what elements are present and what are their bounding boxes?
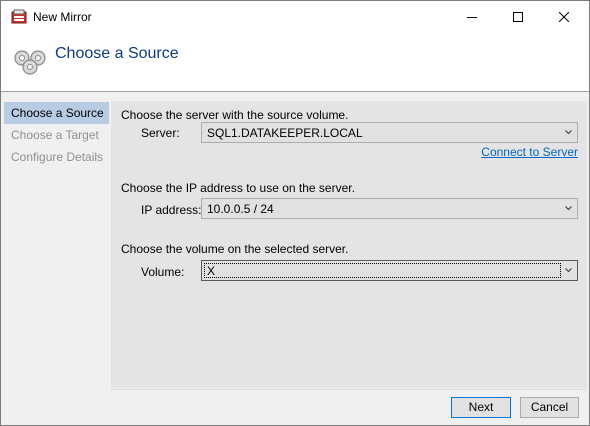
new-mirror-window: New Mirror Choose a Source Choose a Sour… (0, 0, 590, 426)
chevron-down-icon (565, 268, 572, 273)
server-select[interactable]: SQL1.DATAKEEPER.LOCAL (201, 122, 578, 143)
volume-section-label: Choose the volume on the selected server… (121, 242, 349, 256)
wizard-steps-nav: Choose a Source Choose a Target Configur… (4, 101, 109, 422)
page-title: Choose a Source (55, 45, 179, 62)
wizard-footer: Next Cancel (111, 389, 587, 422)
title-bar: New Mirror (1, 1, 589, 32)
nav-item-choose-target[interactable]: Choose a Target (4, 124, 109, 146)
chevron-down-icon (565, 130, 572, 135)
maximize-icon (513, 11, 523, 22)
close-icon (559, 11, 569, 22)
chevron-down-icon (565, 206, 572, 211)
volume-value: X (207, 264, 216, 278)
app-icon (11, 9, 27, 24)
mirror-icon (13, 46, 47, 76)
nav-item-choose-source[interactable]: Choose a Source (4, 102, 109, 124)
ip-address-value: 10.0.0.5 / 24 (207, 202, 274, 216)
wizard-header: Choose a Source (1, 32, 589, 92)
server-value: SQL1.DATAKEEPER.LOCAL (207, 126, 363, 140)
nav-item-configure-details[interactable]: Configure Details (4, 146, 109, 168)
ip-section-label: Choose the IP address to use on the serv… (121, 181, 355, 195)
cancel-button[interactable]: Cancel (520, 397, 579, 418)
window-title: New Mirror (33, 10, 92, 24)
focus-outline (204, 263, 561, 278)
ip-address-label: IP address: (141, 203, 202, 217)
next-button[interactable]: Next (451, 397, 511, 418)
source-form: Choose the server with the source volume… (111, 101, 587, 388)
connect-to-server-link[interactable]: Connect to Server (481, 145, 578, 159)
volume-select[interactable]: X (201, 260, 578, 281)
minimize-icon (467, 16, 477, 18)
close-button[interactable] (541, 1, 587, 32)
ip-address-select[interactable]: 10.0.0.5 / 24 (201, 198, 578, 219)
volume-label: Volume: (141, 265, 185, 279)
minimize-button[interactable] (449, 1, 495, 32)
maximize-button[interactable] (495, 1, 541, 32)
server-section-label: Choose the server with the source volume… (121, 108, 349, 122)
server-label: Server: (141, 126, 180, 140)
